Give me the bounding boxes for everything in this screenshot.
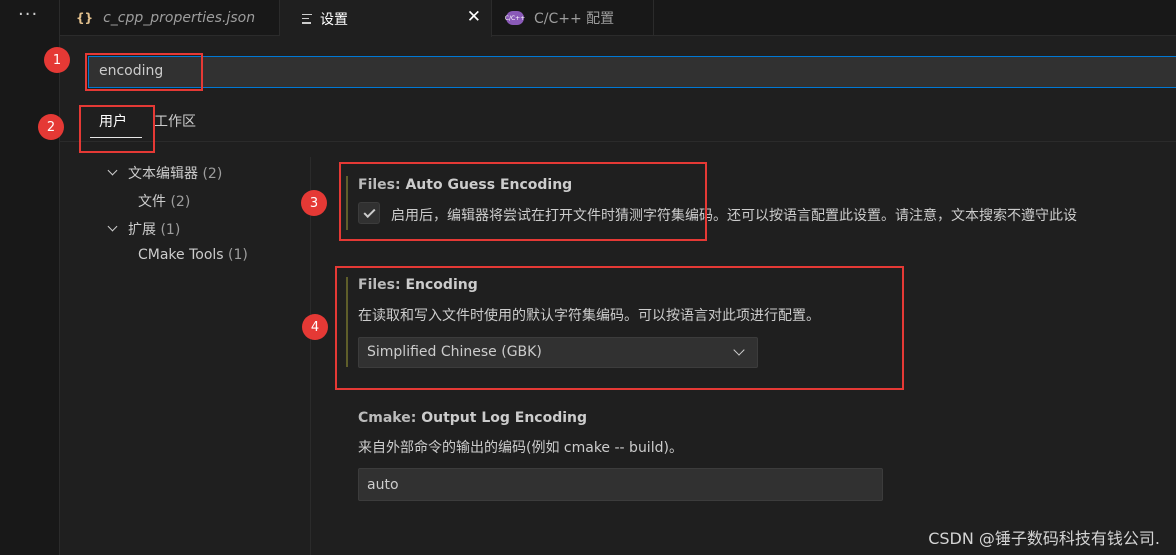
json-file-icon: {} bbox=[76, 11, 94, 25]
annotation-box-user-scope bbox=[79, 105, 155, 153]
tab-cpp-configuration[interactable]: C/C++ C/C++ 配置 bbox=[492, 0, 654, 36]
tab-workspace-scope[interactable]: 工作区 bbox=[154, 111, 196, 131]
tab-c-cpp-properties[interactable]: {} c_cpp_properties.json bbox=[60, 0, 280, 36]
scope-divider bbox=[60, 141, 1176, 142]
annotation-box-search bbox=[85, 53, 203, 91]
annotation-box-encoding bbox=[335, 266, 904, 390]
annotation-marker: 3 bbox=[301, 190, 327, 216]
annotation-marker: 2 bbox=[38, 114, 64, 140]
tab-label: C/C++ 配置 bbox=[534, 11, 615, 27]
editor-tab-bar: {} c_cpp_properties.json 设置 ✕ C/C++ C/C+… bbox=[60, 0, 1176, 37]
annotation-box-auto-guess bbox=[339, 162, 707, 241]
output-log-encoding-input[interactable] bbox=[358, 468, 883, 501]
setting-title-output-log-encoding: Cmake: Output Log Encoding bbox=[358, 410, 588, 426]
cpp-extension-icon: C/C++ bbox=[505, 11, 525, 25]
activity-bar: ··· bbox=[0, 0, 60, 555]
settings-search-box bbox=[88, 56, 1176, 88]
setting-description: 来自外部命令的输出的编码(例如 cmake -- build)。 bbox=[358, 440, 683, 456]
tab-settings[interactable]: 设置 ✕ bbox=[280, 0, 492, 37]
annotation-marker: 4 bbox=[302, 314, 328, 340]
toc-item-text-editor[interactable]: 文本编辑器 (2) bbox=[128, 163, 222, 183]
settings-editor-icon bbox=[302, 13, 312, 24]
toc-item-extensions[interactable]: 扩展 (1) bbox=[128, 219, 180, 239]
toc-divider bbox=[310, 157, 311, 555]
toc-item-files[interactable]: 文件 (2) bbox=[138, 191, 190, 211]
tab-label: 设置 bbox=[320, 11, 348, 28]
close-icon[interactable]: ✕ bbox=[467, 7, 481, 27]
chevron-down-icon[interactable] bbox=[107, 165, 118, 176]
more-actions-icon[interactable]: ··· bbox=[18, 4, 38, 25]
tab-label: c_cpp_properties.json bbox=[103, 10, 256, 26]
watermark: CSDN @锤子数码科技有钱公司. bbox=[928, 529, 1160, 548]
annotation-marker: 1 bbox=[44, 47, 70, 73]
toc-item-cmake-tools[interactable]: CMake Tools (1) bbox=[138, 247, 248, 263]
chevron-down-icon[interactable] bbox=[107, 221, 118, 232]
